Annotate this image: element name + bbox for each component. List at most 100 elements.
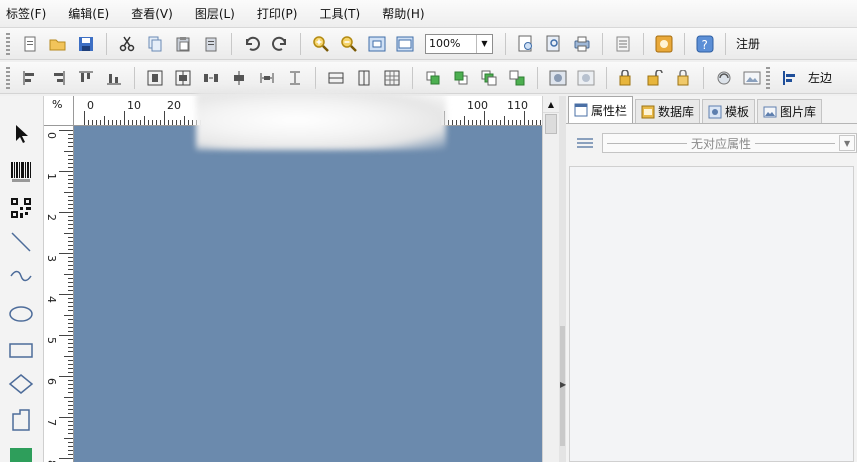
send-to-back-button[interactable] xyxy=(506,67,528,89)
menu-tools[interactable]: 工具(T) xyxy=(319,5,360,22)
cut-button[interactable] xyxy=(116,33,138,55)
bring-to-front-button[interactable] xyxy=(478,67,500,89)
save-button[interactable] xyxy=(75,33,97,55)
chevron-down-icon[interactable]: ▼ xyxy=(476,34,492,53)
toolbar-separator xyxy=(602,32,603,55)
undo-button[interactable] xyxy=(241,33,263,55)
ruler-tick xyxy=(472,120,473,125)
ruler-tick xyxy=(176,120,177,125)
rotate-button[interactable] xyxy=(713,67,735,89)
menu-view[interactable]: 查看(V) xyxy=(131,5,173,22)
open-button[interactable] xyxy=(47,33,69,55)
tab-label: 图片库 xyxy=(780,105,817,119)
label-designer-window: 标签(F) 编辑(E) 查看(V) 图层(L) 打印(P) 工具(T) 帮助(H… xyxy=(0,0,857,462)
paste-button[interactable] xyxy=(172,33,194,55)
blurred-region xyxy=(196,90,446,150)
same-width-button[interactable] xyxy=(256,67,278,89)
zoom-out-button[interactable] xyxy=(338,33,360,55)
tab-properties[interactable]: 属性栏 xyxy=(568,96,634,123)
tab-image-library[interactable]: 图片库 xyxy=(757,99,823,123)
align-bottom-button[interactable] xyxy=(103,67,125,89)
new-file-button[interactable] xyxy=(19,33,41,55)
print-preview-button[interactable] xyxy=(515,33,537,55)
horizontal-spacing-button[interactable] xyxy=(325,67,347,89)
delete-button[interactable] xyxy=(200,33,222,55)
chevron-down-icon[interactable]: ▼ xyxy=(839,135,856,151)
fill-color-tool[interactable] xyxy=(7,440,35,462)
register-button[interactable]: 注册 xyxy=(736,35,760,52)
lock-button[interactable] xyxy=(616,67,638,89)
zoom-select[interactable]: 100% ▼ xyxy=(425,33,493,54)
menu-edit[interactable]: 编辑(E) xyxy=(68,5,109,22)
distribute-vertical-button[interactable] xyxy=(228,67,250,89)
bring-forward-button[interactable] xyxy=(422,67,444,89)
align-left-edges-button[interactable] xyxy=(19,67,41,89)
polygon-tool[interactable] xyxy=(7,406,35,434)
diamond-tool[interactable] xyxy=(7,370,35,398)
same-height-button[interactable] xyxy=(284,67,306,89)
ellipse-tool[interactable] xyxy=(7,300,35,328)
barcode-tool[interactable] xyxy=(7,158,35,186)
fit-page-button[interactable] xyxy=(366,33,388,55)
tab-database[interactable]: 数据库 xyxy=(635,99,701,123)
send-backward-button[interactable] xyxy=(450,67,472,89)
menu-help[interactable]: 帮助(H) xyxy=(382,5,424,22)
toolbar-separator xyxy=(643,32,644,55)
image-button[interactable] xyxy=(741,67,763,89)
align-left-button-icon-wrap[interactable] xyxy=(779,67,801,89)
ruler-y-label: 2 xyxy=(45,214,58,221)
align-right-edges-button[interactable] xyxy=(47,67,69,89)
select-tool[interactable] xyxy=(7,120,35,148)
qrcode-tool[interactable] xyxy=(7,194,35,222)
svg-text:?: ? xyxy=(702,38,708,52)
align-left-button[interactable]: 左边 xyxy=(808,69,832,86)
ruler-tick xyxy=(68,400,73,402)
ruler-tick xyxy=(68,306,73,308)
menu-layer[interactable]: 图层(L) xyxy=(195,5,235,22)
property-object-select[interactable]: 无对应属性 ▼ xyxy=(602,133,857,153)
print-button[interactable] xyxy=(571,33,593,55)
distribute-horizontal-button[interactable] xyxy=(200,67,222,89)
find-button[interactable] xyxy=(543,33,565,55)
ruler-tick xyxy=(68,298,73,300)
center-horizontal-button[interactable] xyxy=(144,67,166,89)
ungroup-button[interactable] xyxy=(575,67,597,89)
align-left-text-icon xyxy=(783,70,795,85)
property-grid[interactable] xyxy=(569,166,854,462)
ruler-tick xyxy=(59,171,73,172)
align-top-button[interactable] xyxy=(75,67,97,89)
toolbar-grip[interactable] xyxy=(766,66,770,89)
canvas-vertical-scrollbar[interactable]: ▲ xyxy=(542,96,559,462)
group-button[interactable] xyxy=(547,67,569,89)
menu-print[interactable]: 打印(P) xyxy=(257,5,298,22)
settings-button[interactable] xyxy=(653,33,675,55)
fit-width-button[interactable] xyxy=(394,33,416,55)
menu-label[interactable]: 标签(F) xyxy=(6,5,46,22)
grid-button[interactable] xyxy=(381,67,403,89)
toolbar-grip[interactable] xyxy=(6,32,10,55)
ruler-tick xyxy=(68,445,73,447)
zoom-in-button[interactable] xyxy=(310,33,332,55)
unlock-button[interactable] xyxy=(644,67,666,89)
help-button[interactable]: ? xyxy=(694,33,716,55)
lock-all-button[interactable] xyxy=(672,67,694,89)
ruler-tick xyxy=(68,240,73,242)
redo-button[interactable] xyxy=(269,33,291,55)
ruler-tick xyxy=(68,412,73,414)
toolbar-grip[interactable] xyxy=(6,66,10,89)
scroll-up-arrow-icon[interactable]: ▲ xyxy=(543,96,559,113)
design-canvas[interactable] xyxy=(74,126,542,462)
copy-button[interactable] xyxy=(144,33,166,55)
line-tool[interactable] xyxy=(7,228,35,256)
curve-tool[interactable] xyxy=(7,264,35,292)
list-button[interactable] xyxy=(612,33,634,55)
tab-label: 数据库 xyxy=(658,105,695,119)
ruler-tick xyxy=(152,120,153,125)
rectangle-tool[interactable] xyxy=(7,336,35,364)
panel-splitter[interactable]: ▶ xyxy=(559,96,566,462)
template-icon xyxy=(708,105,722,119)
center-vertical-button[interactable] xyxy=(172,67,194,89)
tab-template[interactable]: 模板 xyxy=(702,99,756,123)
vertical-spacing-button[interactable] xyxy=(353,67,375,89)
scroll-thumb[interactable] xyxy=(545,114,557,134)
